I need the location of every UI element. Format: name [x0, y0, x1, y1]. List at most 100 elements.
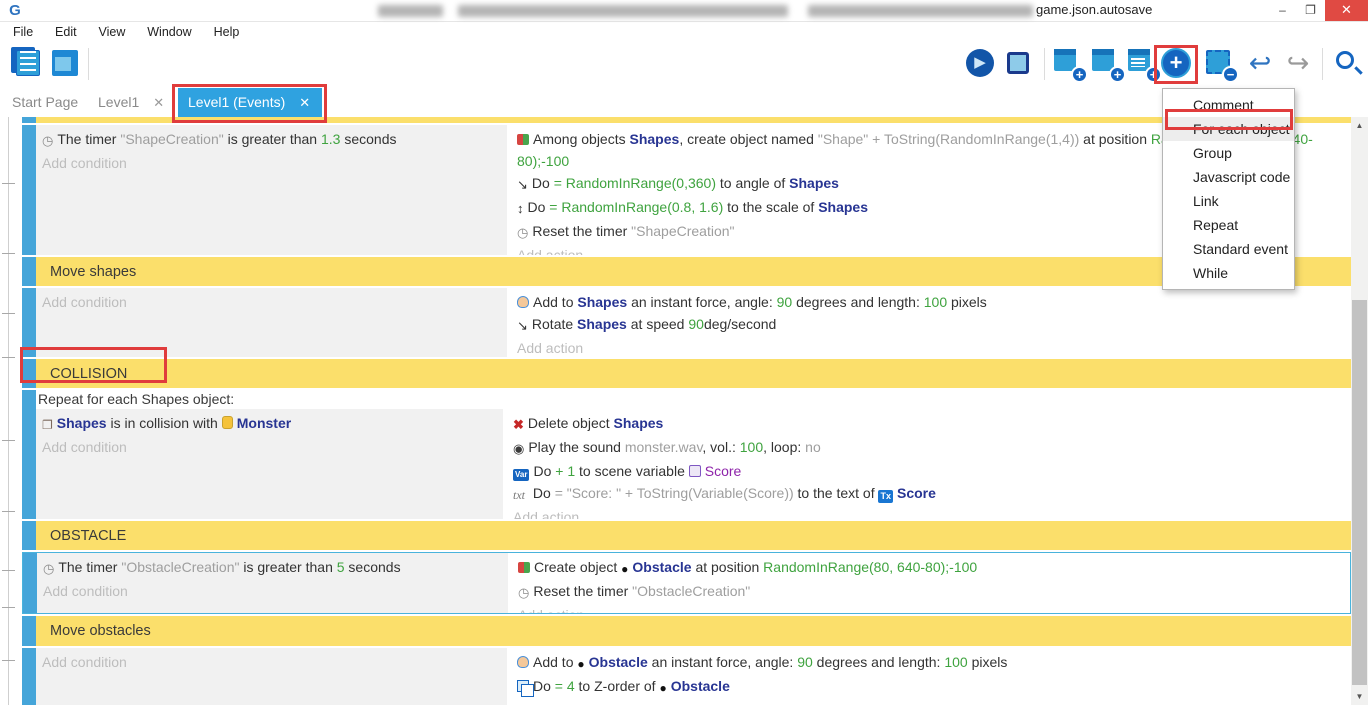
- menu-item-javascript-code[interactable]: Javascript code: [1163, 165, 1294, 189]
- add-placeholder[interactable]: Add condition: [43, 580, 502, 602]
- event-line[interactable]: Create object ●Obstacle at position Rand…: [518, 556, 1344, 580]
- event-move-shapes: Add condition Add to Shapes an instant f…: [22, 288, 1351, 357]
- minimize-button[interactable]: –: [1268, 0, 1297, 21]
- menu-edit[interactable]: Edit: [50, 23, 82, 41]
- menu-view[interactable]: View: [93, 23, 130, 41]
- menu-item-standard-event[interactable]: Standard event: [1163, 237, 1294, 261]
- actions-column[interactable]: Add to ●Obstacle an instant force, angle…: [511, 648, 1351, 705]
- play-icon[interactable]: ▶: [964, 46, 998, 82]
- actions-column[interactable]: Create object ●Obstacle at position Rand…: [512, 553, 1350, 613]
- event-line[interactable]: ◷The timer "ShapeCreation" is greater th…: [42, 128, 501, 152]
- comment-move-shapes[interactable]: Move shapes: [22, 257, 1351, 286]
- menu-item-repeat[interactable]: Repeat: [1163, 213, 1294, 237]
- event-line[interactable]: ◷The timer "ObstacleCreation" is greater…: [43, 556, 502, 580]
- conditions-column[interactable]: Add condition: [36, 288, 511, 357]
- comment-move-obstacles[interactable]: Move obstacles: [22, 616, 1351, 646]
- add-comment-icon[interactable]: +: [1126, 46, 1160, 82]
- text-segment: is greater than: [224, 131, 321, 147]
- conditions-column[interactable]: ❐Shapes is in collision with MonsterAdd …: [36, 409, 507, 519]
- close-tab-icon[interactable]: ✕: [299, 95, 310, 110]
- rotate-icon: ↘: [517, 315, 528, 337]
- event-line[interactable]: ✖Delete object Shapes: [513, 412, 1345, 436]
- text-segment: , create object named: [679, 131, 818, 147]
- add-placeholder[interactable]: Add action: [517, 337, 1345, 357]
- debug-icon[interactable]: [1002, 46, 1036, 82]
- undo-icon[interactable]: ↩: [1243, 46, 1277, 82]
- conditions-column[interactable]: Add condition: [36, 648, 511, 705]
- event-handle[interactable]: [22, 648, 36, 705]
- var-icon: Var: [513, 469, 529, 481]
- redo-icon[interactable]: ↪: [1281, 46, 1315, 82]
- menu-item-group[interactable]: Group: [1163, 141, 1294, 165]
- bomb-icon: ●: [659, 677, 666, 699]
- event-line[interactable]: VarDo + 1 to scene variable Score: [513, 460, 1345, 482]
- menu-window[interactable]: Window: [142, 23, 196, 41]
- event-line[interactable]: ◉Play the sound monster.wav, vol.: 100, …: [513, 436, 1345, 460]
- comment-obstacle[interactable]: OBSTACLE: [22, 521, 1351, 550]
- conditions-column[interactable]: ◷The timer "ShapeCreation" is greater th…: [36, 125, 511, 255]
- zorder-icon: [517, 680, 529, 692]
- text-segment: "ObstacleCreation": [121, 559, 239, 575]
- text-segment: at position: [1079, 131, 1151, 147]
- text-segment: degrees and length:: [792, 294, 924, 310]
- text-segment: "ShapeCreation": [120, 131, 223, 147]
- maximize-button[interactable]: ❐: [1296, 0, 1325, 21]
- conditions-column[interactable]: ◷The timer "ObstacleCreation" is greater…: [37, 553, 512, 613]
- menu-file[interactable]: File: [8, 23, 38, 41]
- menu-item-for-each-object[interactable]: For each object: [1163, 117, 1294, 141]
- event-line[interactable]: Do = 4 to Z-order of ●Obstacle: [517, 675, 1345, 699]
- event-line[interactable]: ↘Rotate Shapes at speed 90deg/second: [517, 313, 1345, 337]
- event-handle[interactable]: [22, 288, 36, 357]
- add-placeholder[interactable]: Add action: [517, 699, 1345, 705]
- close-button[interactable]: ✕: [1325, 0, 1368, 21]
- text-segment: Do: [532, 175, 554, 191]
- tab-start-page[interactable]: Start Page: [2, 88, 88, 117]
- tab-level1-events[interactable]: Level1 (Events)✕: [178, 88, 322, 117]
- add-placeholder[interactable]: Add condition: [42, 436, 497, 458]
- text-segment: seconds: [340, 131, 396, 147]
- window-title: game.json.autosave: [1036, 2, 1152, 17]
- add-placeholder[interactable]: Add condition: [42, 651, 501, 673]
- vertical-scrollbar[interactable]: ▲ ▼: [1351, 117, 1368, 705]
- event-line[interactable]: Add to ●Obstacle an instant force, angle…: [517, 651, 1345, 675]
- project-manager-icon[interactable]: [8, 46, 42, 82]
- add-placeholder[interactable]: Add condition: [42, 152, 501, 174]
- menu-help[interactable]: Help: [209, 23, 245, 41]
- tab-level1[interactable]: Level1✕: [88, 88, 174, 117]
- event-line[interactable]: ◷Reset the timer "ObstacleCreation": [518, 580, 1344, 604]
- add-subevent-icon[interactable]: +: [1090, 46, 1124, 82]
- bomb-icon: ●: [621, 558, 628, 580]
- search-icon[interactable]: [1332, 46, 1366, 82]
- event-handle[interactable]: [22, 125, 36, 255]
- event-line[interactable]: ❐Shapes is in collision with Monster: [42, 412, 497, 436]
- menu-item-link[interactable]: Link: [1163, 189, 1294, 213]
- timer-icon: ◷: [42, 130, 53, 152]
- menu-item-while[interactable]: While: [1163, 261, 1294, 285]
- text-segment: to the scale of: [723, 199, 818, 215]
- add-placeholder[interactable]: Add action: [513, 506, 1345, 519]
- event-foreach-shapes: Repeat for each Shapes object: ❐Shapes i…: [22, 390, 1351, 519]
- add-placeholder[interactable]: Add condition: [42, 291, 501, 313]
- add-event-icon[interactable]: +: [1052, 46, 1086, 82]
- scene-window-icon[interactable]: [48, 46, 82, 82]
- scroll-up-icon[interactable]: ▲: [1351, 117, 1368, 134]
- comment-collision[interactable]: COLLISION: [22, 359, 1351, 388]
- menu-item-comment[interactable]: Comment: [1163, 93, 1294, 117]
- choose-add-event-icon[interactable]: +: [1159, 46, 1193, 82]
- event-handle[interactable]: [23, 553, 37, 613]
- scrollbar-thumb[interactable]: [1352, 300, 1367, 685]
- event-line[interactable]: txt Do = "Score: " + ToString(Variable(S…: [513, 482, 1345, 506]
- toggle-event-icon[interactable]: −: [1203, 46, 1237, 82]
- event-handle[interactable]: [22, 390, 36, 519]
- scroll-down-icon[interactable]: ▼: [1351, 688, 1368, 705]
- actions-column[interactable]: ✖Delete object Shapes◉Play the sound mon…: [507, 409, 1351, 519]
- foreach-header[interactable]: Repeat for each Shapes object:: [36, 390, 1351, 409]
- add-placeholder[interactable]: Add action: [518, 604, 1344, 614]
- actions-column[interactable]: Add to Shapes an instant force, angle: 9…: [511, 288, 1351, 357]
- create-icon: [517, 134, 529, 145]
- text-segment: Do: [533, 463, 555, 479]
- event-line[interactable]: Add to Shapes an instant force, angle: 9…: [517, 291, 1345, 313]
- force-icon: [517, 656, 529, 668]
- text-segment: Obstacle: [632, 559, 691, 575]
- close-tab-icon[interactable]: ✕: [153, 95, 164, 110]
